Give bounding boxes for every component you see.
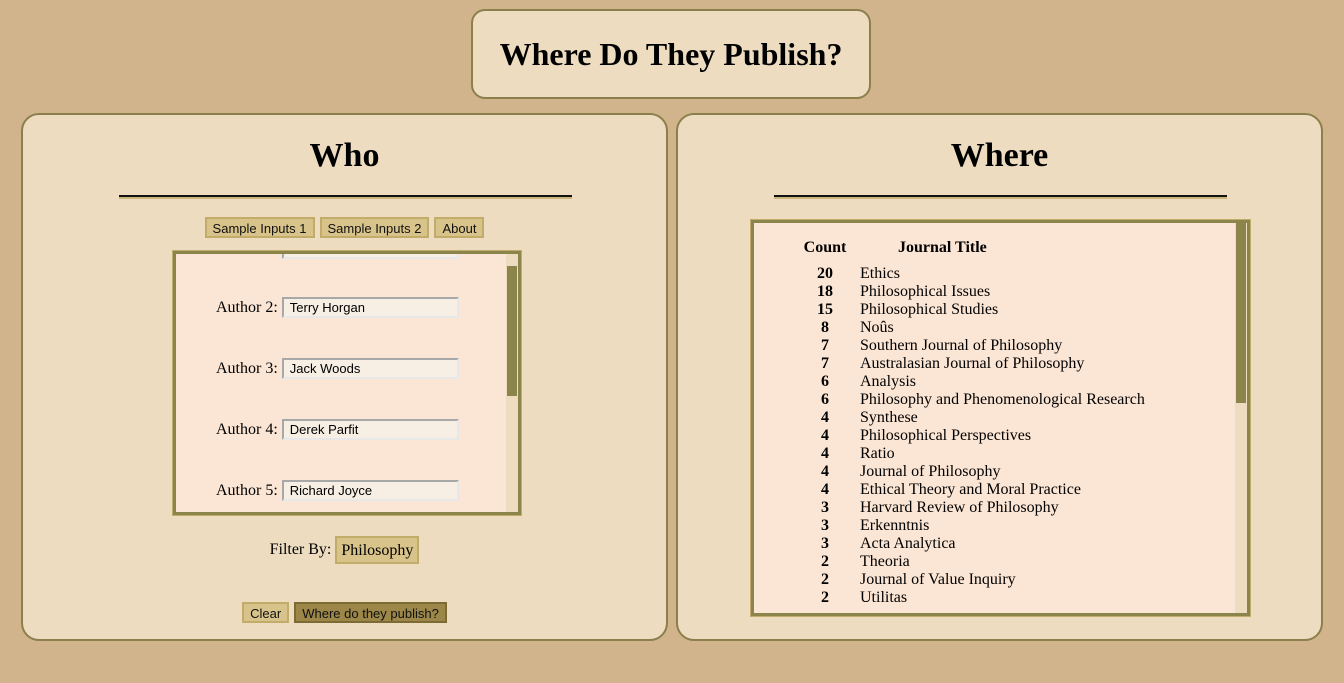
- journal-count: 7: [821, 355, 829, 372]
- journal-count: 6: [821, 391, 829, 408]
- journal-title: Journal of Philosophy: [860, 463, 1001, 480]
- author-2-field[interactable]: Terry Horgan: [281, 297, 459, 318]
- where-panel: Where Count Journal Title 20 Ethics 18 Phil…: [676, 113, 1323, 641]
- count-column-header: Count: [803, 239, 847, 256]
- where-divider: [774, 195, 1227, 199]
- author-row: Author 5: Richard Joyce: [216, 480, 459, 501]
- journal-title: Acta Analytica: [860, 535, 956, 552]
- journal-title: Ratio: [860, 445, 895, 462]
- journal-title: Erkenntnis: [860, 517, 930, 534]
- table-row: 15 Philosophical Studies: [794, 301, 1145, 319]
- results-table: Count Journal Title 20 Ethics 18 Philosophi…: [794, 239, 1145, 607]
- clear-button[interactable]: Clear: [242, 602, 290, 623]
- table-row: 7 Australasian Journal of Philosophy: [794, 355, 1145, 373]
- journal-count: 2: [821, 553, 829, 570]
- journal-count: 2: [821, 589, 829, 606]
- author-row: Author 3: Jack Woods: [216, 358, 459, 379]
- author-row: Author 2: Terry Horgan: [216, 297, 459, 318]
- sample-buttons-row: Sample Inputs 1 Sample Inputs 2 About: [23, 217, 666, 238]
- page-title: Where Do They Publish?: [499, 35, 843, 72]
- table-row: 20 Ethics: [794, 265, 1145, 283]
- table-row: 8 Noûs: [794, 319, 1145, 337]
- journal-count: 3: [821, 517, 829, 534]
- journal-title: Ethical Theory and Moral Practice: [860, 481, 1081, 498]
- journal-count: 4: [821, 481, 829, 498]
- table-row: 4 Ratio: [794, 445, 1145, 463]
- about-button[interactable]: About: [434, 217, 485, 238]
- authors-scrollbar[interactable]: [506, 254, 518, 512]
- author-1-field[interactable]: [282, 254, 459, 259]
- table-row: 4 Philosophical Perspectives: [794, 427, 1145, 445]
- journal-title: Utilitas: [860, 589, 908, 606]
- authors-scrollbar-thumb[interactable]: [507, 266, 517, 396]
- sample-inputs-1-button[interactable]: Sample Inputs 1: [204, 217, 315, 238]
- results-scrollbar-thumb[interactable]: [1236, 223, 1246, 403]
- journal-title: Australasian Journal of Philosophy: [860, 355, 1085, 372]
- table-row: 2 Theoria: [794, 553, 1145, 571]
- journal-count: 7: [821, 337, 829, 354]
- journal-title: Southern Journal of Philosophy: [860, 337, 1063, 354]
- journal-count: 20: [817, 265, 833, 282]
- author-4-label: Author 4:: [216, 420, 278, 438]
- filter-label: Filter By:: [269, 541, 332, 558]
- journal-title: Theoria: [860, 553, 910, 570]
- table-row: 3 Harvard Review of Philosophy: [794, 499, 1145, 517]
- table-row: 4 Synthese: [794, 409, 1145, 427]
- author-5-field[interactable]: Richard Joyce: [281, 480, 459, 501]
- table-row: 6 Analysis: [794, 373, 1145, 391]
- table-row: 3 Acta Analytica: [794, 535, 1145, 553]
- results-header-row: Count Journal Title: [794, 239, 1145, 265]
- table-row: 3 Erkenntnis: [794, 517, 1145, 535]
- author-4-field[interactable]: Derek Parfit: [281, 419, 459, 440]
- journal-count: 2: [821, 571, 829, 588]
- journal-title: Philosophical Issues: [860, 283, 991, 300]
- journal-count: 3: [821, 535, 829, 552]
- filter-row: Filter By: Philosophy: [23, 536, 666, 564]
- journal-title: Synthese: [860, 409, 918, 426]
- sample-inputs-2-button[interactable]: Sample Inputs 2: [319, 217, 430, 238]
- table-row: 4 Journal of Philosophy: [794, 463, 1145, 481]
- journal-count: 4: [821, 409, 829, 426]
- table-row: 7 Southern Journal of Philosophy: [794, 337, 1145, 355]
- author-2-label: Author 2:: [216, 298, 278, 316]
- journal-count: 6: [821, 373, 829, 390]
- table-row: 18 Philosophical Issues: [794, 283, 1145, 301]
- author-row: Author 4: Derek Parfit: [216, 419, 459, 440]
- journal-count: 8: [821, 319, 829, 336]
- author-5-label: Author 5:: [216, 481, 278, 499]
- where-do-they-publish-button[interactable]: Where do they publish?: [294, 602, 447, 623]
- who-panel: Who Sample Inputs 1 Sample Inputs 2 Abou…: [21, 113, 668, 641]
- journal-title: Noûs: [860, 319, 894, 336]
- table-row: 4 Ethical Theory and Moral Practice: [794, 481, 1145, 499]
- journal-title: Ethics: [860, 265, 900, 282]
- who-divider: [119, 195, 572, 199]
- journal-title-column-header: Journal Title: [898, 239, 987, 256]
- journal-count: 4: [821, 445, 829, 462]
- table-row: 2 Journal of Value Inquiry: [794, 571, 1145, 589]
- journal-count: 18: [817, 283, 833, 300]
- action-buttons-row: Clear Where do they publish?: [23, 602, 666, 623]
- journal-count: 4: [821, 463, 829, 480]
- author-3-label: Author 3:: [216, 359, 278, 377]
- table-row: 6 Philosophy and Phenomenological Researc…: [794, 391, 1145, 409]
- journal-title: Philosophical Studies: [860, 301, 999, 318]
- journal-count: 15: [817, 301, 833, 318]
- where-heading: Where: [950, 137, 1049, 174]
- journal-title: Philosophical Perspectives: [860, 427, 1032, 444]
- journal-count: 4: [821, 427, 829, 444]
- journal-count: 3: [821, 499, 829, 516]
- authors-list[interactable]: Author 2: Terry Horgan Author 3: Jack Wo…: [172, 250, 522, 516]
- author-3-field[interactable]: Jack Woods: [281, 358, 459, 379]
- journal-title: Philosophy and Phenomenological Research: [860, 391, 1145, 408]
- table-row: 2 Utilitas: [794, 589, 1145, 607]
- filter-select[interactable]: Philosophy: [335, 536, 420, 564]
- title-banner: Where Do They Publish?: [471, 9, 871, 99]
- results-scrollbar[interactable]: [1235, 223, 1247, 613]
- journal-title: Harvard Review of Philosophy: [860, 499, 1059, 516]
- journal-title: Journal of Value Inquiry: [860, 571, 1016, 588]
- who-heading: Who: [309, 137, 380, 174]
- results-list[interactable]: Count Journal Title 20 Ethics 18 Philosophi…: [750, 219, 1251, 617]
- journal-title: Analysis: [860, 373, 916, 390]
